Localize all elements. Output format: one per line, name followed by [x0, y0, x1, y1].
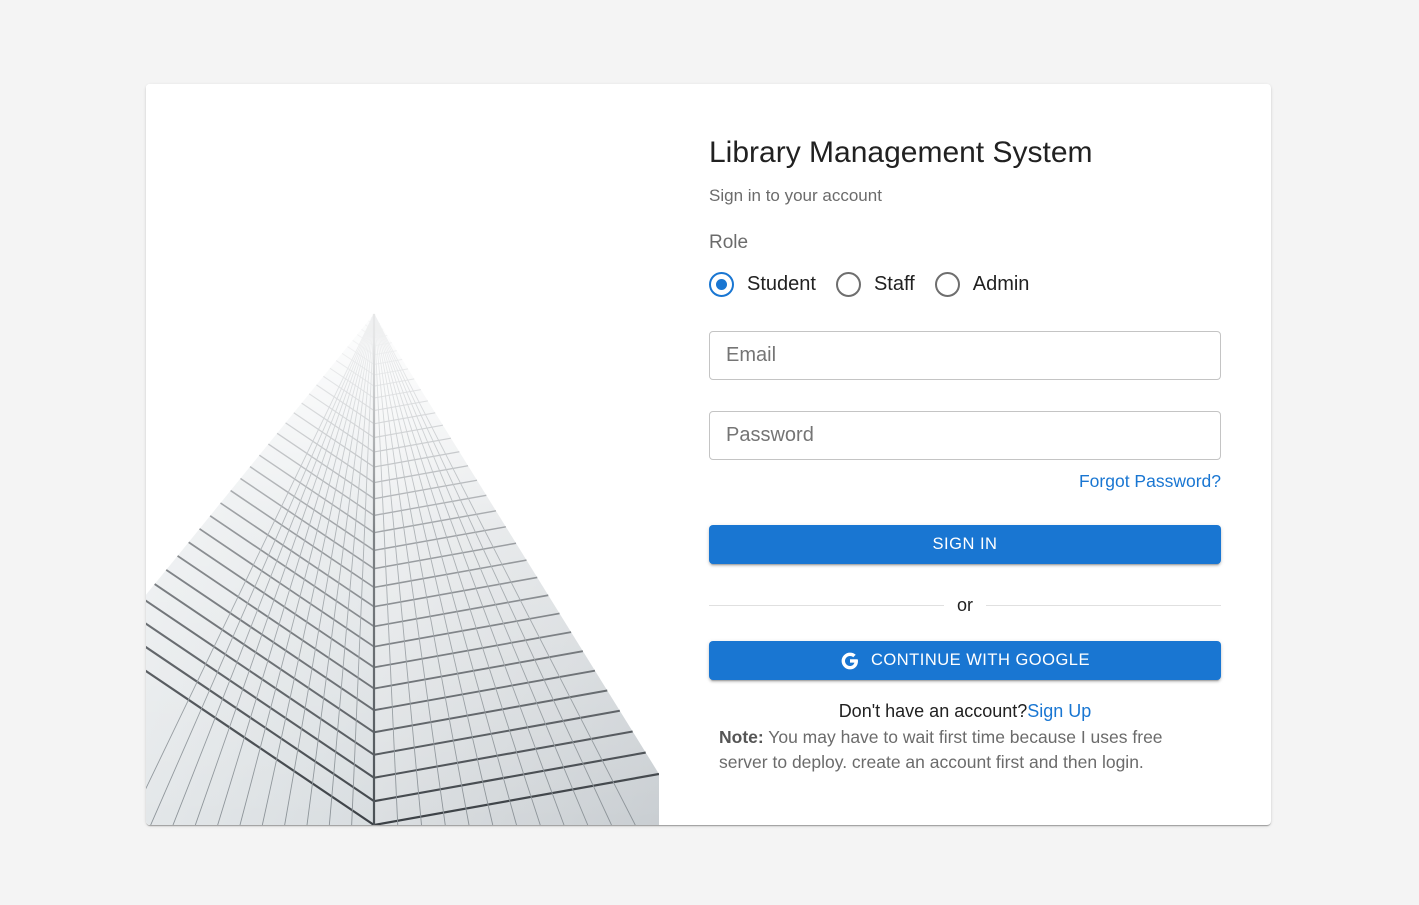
email-field[interactable]	[709, 331, 1221, 380]
role-label: Role	[709, 232, 749, 253]
google-button-label: CONTINUE WITH GOOGLE	[870, 651, 1090, 669]
divider-text: or	[957, 594, 974, 615]
page-title: Library Management System	[709, 136, 1093, 169]
role-radio-group: Student Staff Admin	[709, 271, 1049, 297]
note-label: Note:	[719, 727, 764, 747]
password-field[interactable]	[709, 411, 1221, 460]
deployment-note: Note: You may have to wait first time be…	[719, 725, 1199, 775]
sign-in-button[interactable]: SIGN IN	[709, 525, 1221, 564]
role-option-staff[interactable]: Staff	[835, 271, 915, 297]
radio-unchecked-icon[interactable]	[835, 271, 861, 297]
divider-line-right	[986, 604, 1222, 606]
forgot-password-link[interactable]: Forgot Password?	[1079, 471, 1221, 492]
login-form: Library Management System Sign in to you…	[709, 84, 1222, 825]
role-option-student[interactable]: Student	[709, 271, 816, 297]
role-option-label: Student	[747, 272, 816, 295]
note-text: You may have to wait first time because …	[719, 727, 1163, 772]
role-option-label: Admin	[972, 272, 1030, 295]
building-image	[146, 84, 659, 825]
radio-checked-icon[interactable]	[709, 271, 734, 297]
login-card: Library Management System Sign in to you…	[146, 84, 1271, 825]
role-option-label: Staff	[873, 272, 915, 295]
role-option-admin[interactable]: Admin	[934, 271, 1030, 297]
divider-line-left	[709, 604, 944, 606]
sign-up-link[interactable]: Sign Up	[1027, 701, 1091, 721]
signup-prompt-text: Don't have an account?	[838, 701, 1028, 721]
continue-with-google-button[interactable]: CONTINUE WITH GOOGLE	[709, 641, 1221, 680]
sign-in-label: SIGN IN	[932, 535, 998, 553]
page-subtitle: Sign in to your account	[709, 186, 882, 205]
signup-prompt: Don't have an account?Sign Up	[709, 701, 1221, 722]
or-divider: or	[709, 593, 1222, 617]
google-icon	[840, 651, 860, 671]
radio-unchecked-icon[interactable]	[934, 271, 960, 297]
